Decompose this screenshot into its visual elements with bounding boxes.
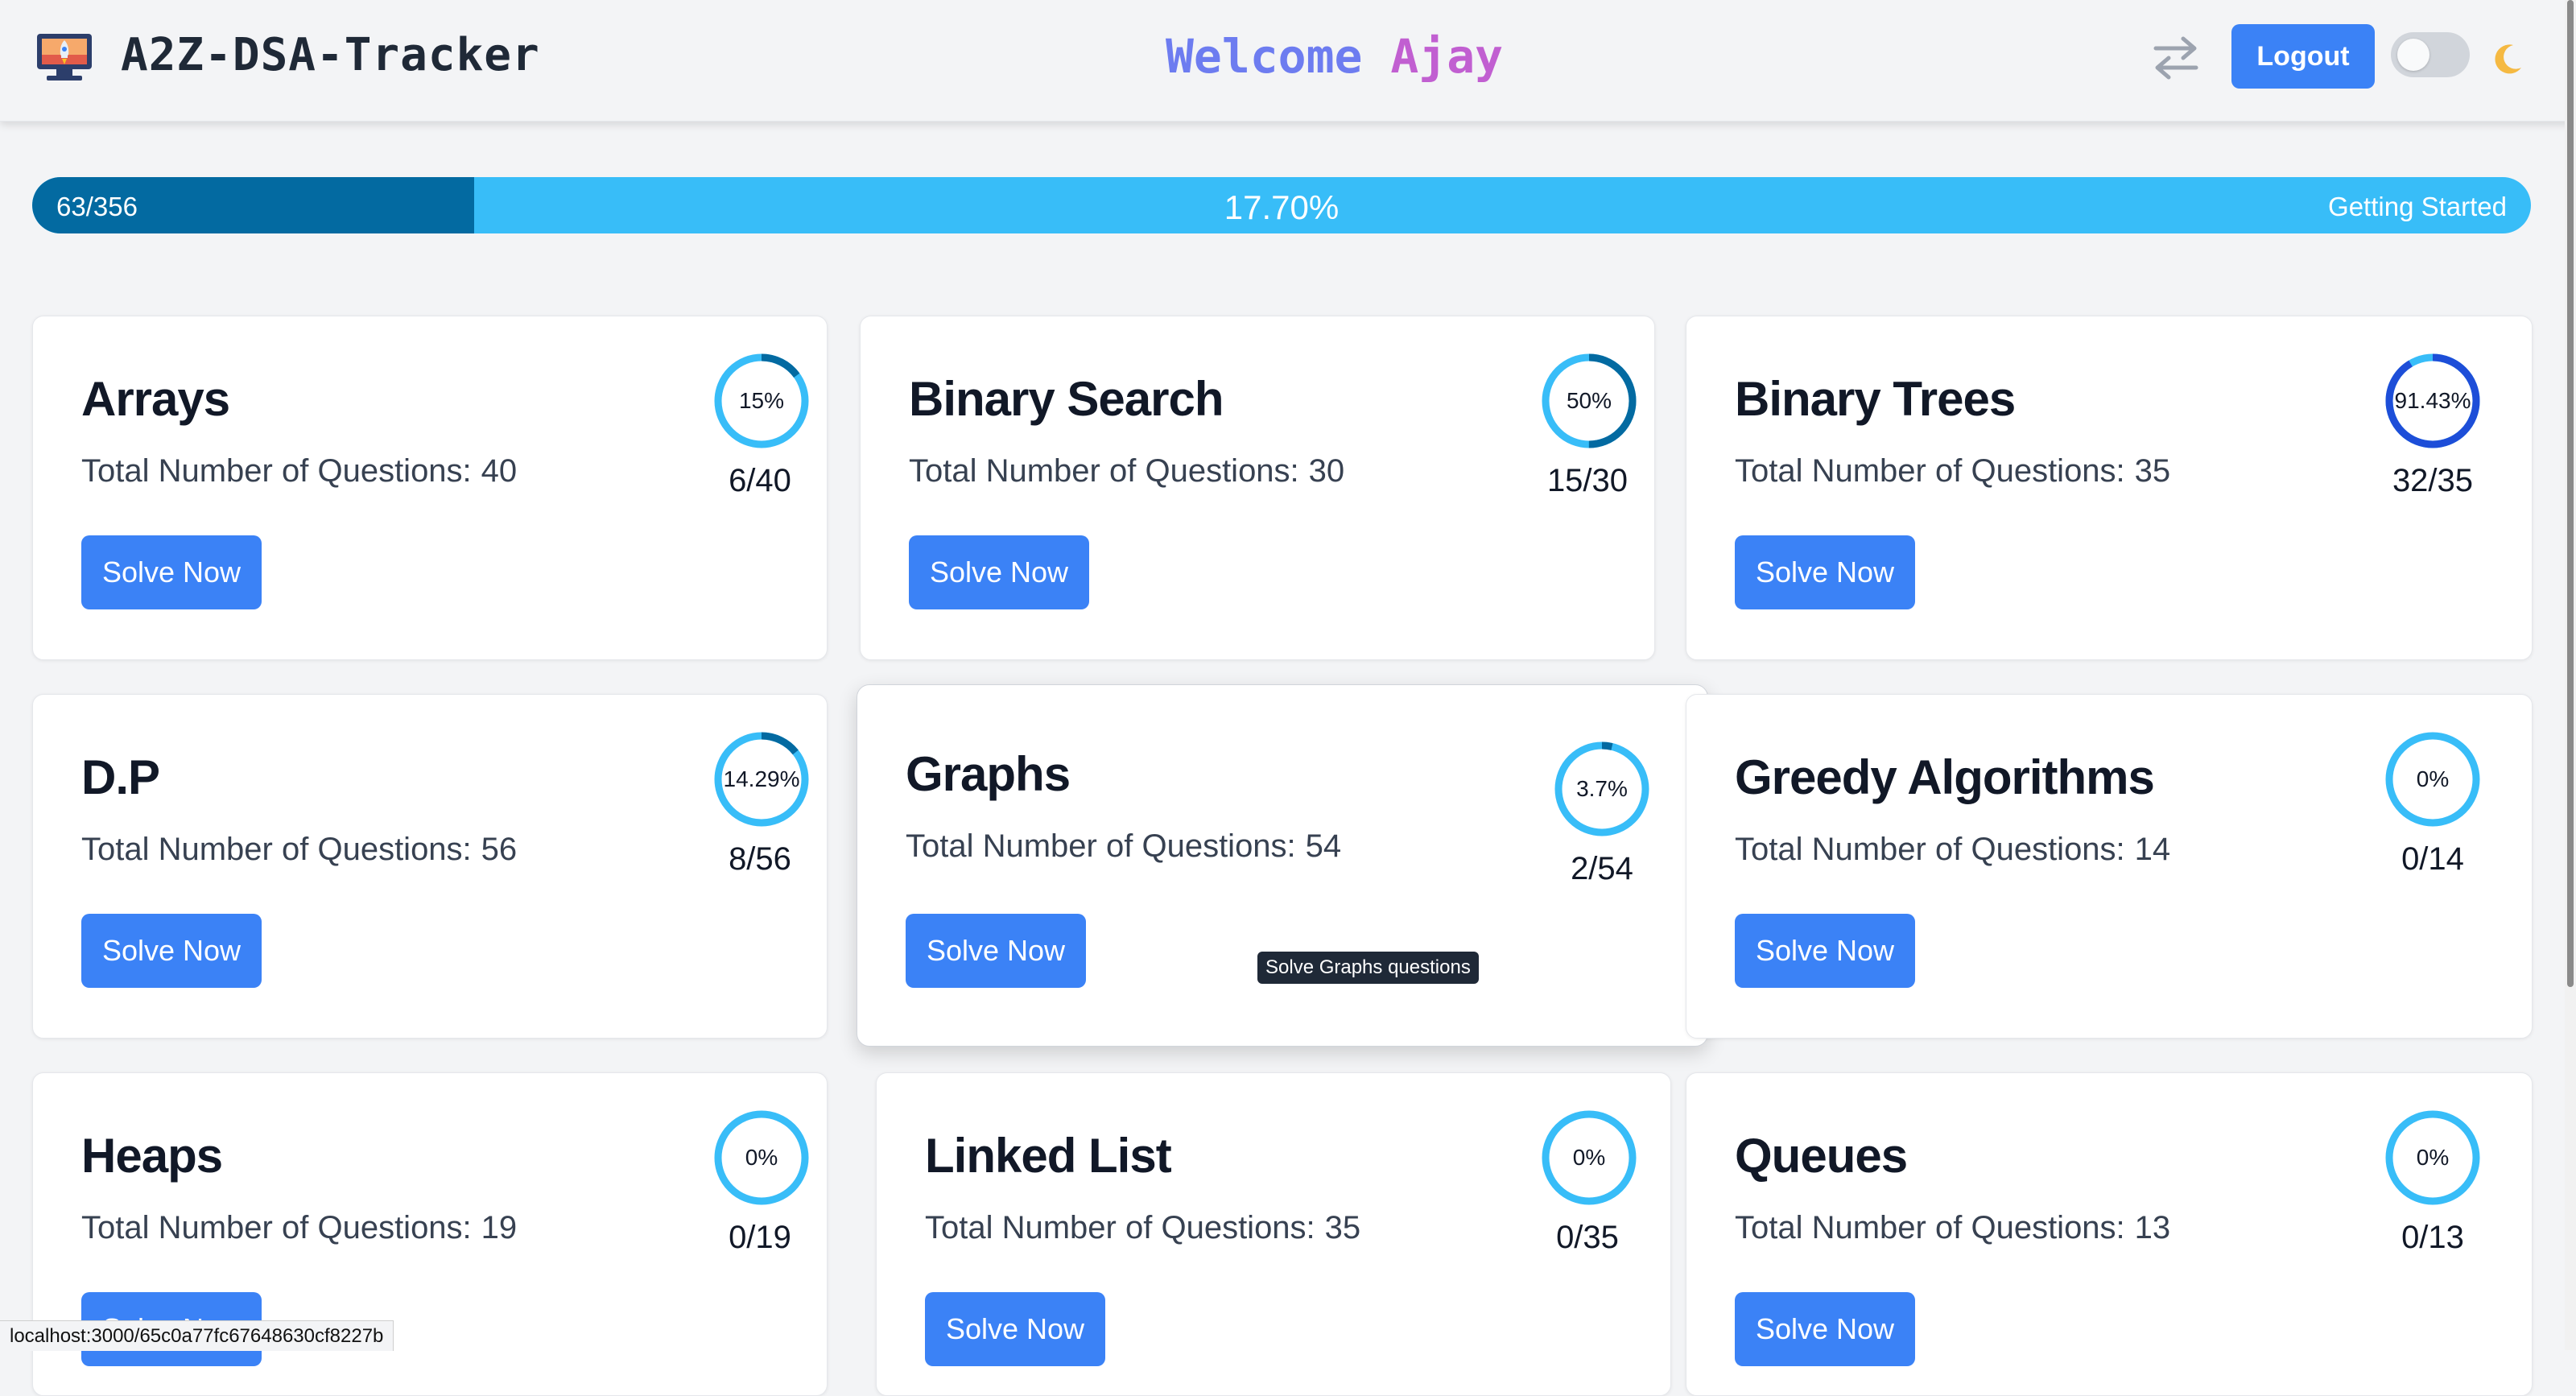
solved-fraction: 0/13 xyxy=(2401,1220,2464,1255)
question-count: Total Number of Questions: 30 xyxy=(909,453,1344,489)
question-count-label: Total Number of Questions: xyxy=(1735,832,2125,867)
solve-now-button[interactable]: Solve Now xyxy=(909,535,1089,609)
ring-percent: 15% xyxy=(738,388,785,413)
toggle-knob xyxy=(2397,39,2429,71)
question-count: Total Number of Questions: 14 xyxy=(1735,832,2170,868)
question-count-label: Total Number of Questions: xyxy=(1735,1210,2125,1245)
ring-percent: 91.43% xyxy=(2394,388,2471,413)
topic-card-graphs: Graphs Total Number of Questions: 54 Solve … xyxy=(857,684,1708,1047)
topic-card-arrays: Arrays Total Number of Questions: 40 Solve … xyxy=(32,316,828,660)
topic-card-binary-trees: Binary Trees Total Number of Questions: 35… xyxy=(1686,316,2533,660)
dark-mode-toggle[interactable] xyxy=(2391,32,2470,77)
topic-card-d-p: D.P Total Number of Questions: 56 Solve Now… xyxy=(32,694,828,1039)
question-count: Total Number of Questions: 13 xyxy=(1735,1210,2170,1246)
ring-percent: 14.29% xyxy=(723,766,800,791)
question-count-value: 40 xyxy=(481,453,518,489)
solved-fraction: 8/56 xyxy=(729,841,791,877)
ring-percent: 3.7% xyxy=(1576,776,1628,801)
progress-ring: 0% xyxy=(2380,727,2485,832)
topic-title: Heaps xyxy=(81,1129,223,1183)
solve-now-button[interactable]: Solve Now xyxy=(81,914,262,988)
solve-now-button[interactable]: Solve Now xyxy=(1735,914,1915,988)
question-count: Total Number of Questions: 54 xyxy=(906,828,1341,865)
topic-title: Binary Trees xyxy=(1735,372,2016,426)
solve-now-button[interactable]: Solve Now xyxy=(1735,1292,1915,1366)
question-count-label: Total Number of Questions: xyxy=(906,828,1296,864)
progress-ring: 91.43% xyxy=(2380,349,2485,453)
solved-fraction: 0/19 xyxy=(729,1220,791,1255)
solve-now-button[interactable]: Solve Now xyxy=(81,535,262,609)
scrollbar-thumb[interactable] xyxy=(2567,0,2574,987)
question-count-label: Total Number of Questions: xyxy=(925,1210,1315,1245)
ring-percent: 0% xyxy=(2416,1145,2450,1170)
topic-title: Arrays xyxy=(81,372,230,426)
solve-now-button[interactable]: Solve Now xyxy=(906,914,1086,988)
topic-card-binary-search: Binary Search Total Number of Questions: 3… xyxy=(860,316,1655,660)
solved-fraction: 0/35 xyxy=(1556,1220,1619,1255)
question-count: Total Number of Questions: 40 xyxy=(81,453,517,489)
solved-fraction: 15/30 xyxy=(1546,463,1629,498)
question-count-value: 54 xyxy=(1305,828,1342,864)
rocket-laptop-icon[interactable] xyxy=(32,26,97,87)
topic-title: Queues xyxy=(1735,1129,1908,1183)
progress-ring: 3.7% xyxy=(1550,737,1654,841)
ring-percent: 0% xyxy=(745,1145,778,1170)
question-count-value: 14 xyxy=(2134,832,2171,867)
ring-percent: 0% xyxy=(1572,1145,1606,1170)
user-name: Ajay xyxy=(1390,29,1504,84)
question-count-value: 35 xyxy=(1324,1210,1361,1245)
progress-ring: 14.29% xyxy=(709,727,814,832)
ring-percent: 50% xyxy=(1566,388,1612,413)
topic-title: Graphs xyxy=(906,747,1071,801)
scrollbar[interactable] xyxy=(2565,0,2576,1350)
question-count-label: Total Number of Questions: xyxy=(81,832,472,867)
question-count-value: 56 xyxy=(481,832,518,867)
progress-ring: 0% xyxy=(709,1105,814,1210)
welcome-message: Welcome Ajay xyxy=(1166,29,1503,84)
solve-now-button[interactable]: Solve Now xyxy=(925,1292,1105,1366)
solved-fraction: 2/54 xyxy=(1571,851,1633,886)
question-count: Total Number of Questions: 35 xyxy=(1735,453,2170,489)
question-count: Total Number of Questions: 19 xyxy=(81,1210,517,1246)
question-count-value: 30 xyxy=(1308,453,1345,489)
question-count-label: Total Number of Questions: xyxy=(81,453,472,489)
question-count: Total Number of Questions: 56 xyxy=(81,832,517,868)
topic-title: Binary Search xyxy=(909,372,1224,426)
topic-card-linked-list: Linked List Total Number of Questions: 35 S… xyxy=(876,1072,1671,1396)
question-count-label: Total Number of Questions: xyxy=(81,1210,472,1245)
question-count-value: 13 xyxy=(2134,1210,2171,1245)
topic-title: Greedy Algorithms xyxy=(1735,750,2155,804)
logout-button[interactable]: Logout xyxy=(2231,24,2375,89)
solved-fraction: 6/40 xyxy=(729,463,791,498)
ring-percent: 0% xyxy=(2416,766,2450,791)
progress-ring: 50% xyxy=(1537,349,1641,453)
topic-title: D.P xyxy=(81,750,160,804)
tooltip: Solve Graphs questions xyxy=(1257,952,1479,984)
topic-card-queues: Queues Total Number of Questions: 13 Solve … xyxy=(1686,1072,2533,1396)
progress-status: Getting Started xyxy=(2328,192,2507,221)
progress-ring: 15% xyxy=(709,349,814,453)
progress-ring: 0% xyxy=(1537,1105,1641,1210)
question-count-value: 35 xyxy=(2134,453,2171,489)
app-title: A2Z-DSA-Tracker xyxy=(121,29,540,81)
topic-title: Linked List xyxy=(925,1129,1172,1183)
topic-card-greedy-algorithms: Greedy Algorithms Total Number of Questio… xyxy=(1686,694,2533,1039)
swap-arrows-icon[interactable] xyxy=(2148,32,2204,84)
question-count-value: 19 xyxy=(481,1210,518,1245)
solve-now-button[interactable]: Solve Now xyxy=(1735,535,1915,609)
question-count-label: Total Number of Questions: xyxy=(1735,453,2125,489)
solved-fraction: 32/35 xyxy=(2392,463,2474,498)
top-navbar: A2Z-DSA-Tracker Welcome Ajay Logout xyxy=(0,0,2573,122)
question-count: Total Number of Questions: 35 xyxy=(925,1210,1360,1246)
overall-progress-bar: 63/356 17.70% Getting Started xyxy=(32,177,2531,233)
welcome-word: Welcome xyxy=(1166,29,1363,84)
progress-ring: 0% xyxy=(2380,1105,2485,1210)
question-count-label: Total Number of Questions: xyxy=(909,453,1299,489)
status-url: localhost:3000/65c0a77fc67648630cf8227b xyxy=(0,1320,394,1351)
progress-percent: 17.70% xyxy=(1224,188,1340,226)
moon-icon xyxy=(2495,44,2521,74)
solved-fraction: 0/14 xyxy=(2401,841,2464,877)
